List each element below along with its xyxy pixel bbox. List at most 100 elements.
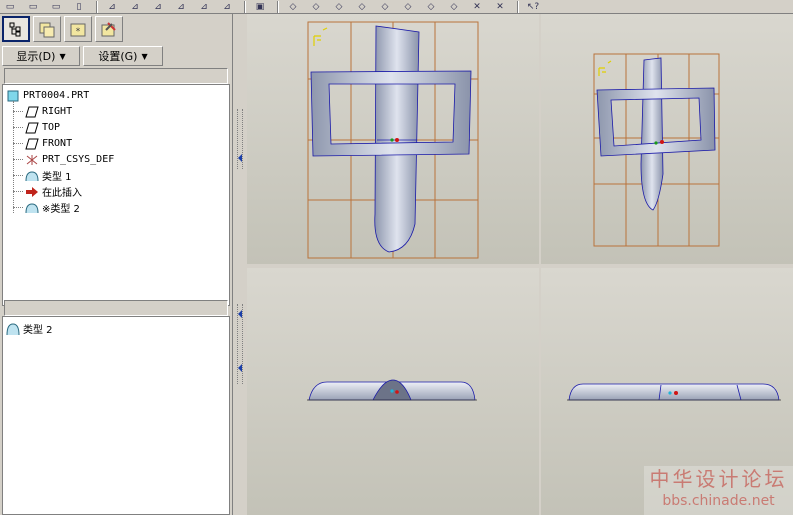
hidden-line-icon[interactable]: ◇ — [306, 1, 326, 13]
style-feature-icon — [25, 202, 39, 214]
tree-root[interactable]: PRT0004.PRT — [6, 88, 89, 103]
site-watermark: 中华设计论坛 bbs.chinade.net — [644, 466, 793, 515]
view-icon[interactable]: ⊿ — [194, 1, 214, 13]
toolbar-separator — [96, 0, 98, 13]
settings-menu-button[interactable]: 设置(G) ▼ — [83, 46, 163, 66]
datum-axis-icon[interactable]: ⊿ — [125, 1, 145, 13]
origin-point — [654, 141, 658, 145]
tree-item-label: TOP — [42, 122, 61, 133]
display-menu-button[interactable]: 显示(D) ▼ — [2, 46, 80, 66]
navigator-tabs: * — [2, 16, 126, 44]
tree-item-label: FRONT — [42, 138, 73, 149]
toolbar-separator — [517, 0, 519, 13]
spin-icon[interactable]: ⊿ — [217, 1, 237, 13]
delete-icon[interactable]: ✕ — [467, 1, 487, 13]
insert-arrow-icon — [25, 186, 39, 198]
csys-icon — [25, 154, 39, 166]
csys-icon — [598, 60, 612, 76]
no-hidden-icon[interactable]: ◇ — [329, 1, 349, 13]
tree-item-label: ※类型 2 — [42, 204, 80, 215]
tree-item-label: 类型 1 — [42, 172, 72, 183]
csys-icon — [313, 27, 328, 46]
wireframe-icon[interactable]: ◇ — [283, 1, 303, 13]
main-toolbar: ▭ ▭ ▭ ▯ ⊿ ⊿ ⊿ ⊿ ⊿ ⊿ ▣ ◇ ◇ ◇ ◇ ◇ ◇ ◇ ◇ ✕ … — [0, 0, 793, 14]
watermark-title: 中华设计论坛 — [649, 467, 788, 491]
tree-connector — [13, 143, 23, 144]
display-menu-label: 显示(D) — [16, 50, 56, 63]
chevron-down-icon: ▼ — [59, 51, 66, 61]
sketch-icon[interactable]: ▯ — [69, 1, 89, 13]
open-icon[interactable]: ▭ — [0, 1, 20, 13]
model-tree-icon — [9, 22, 21, 37]
tree-item[interactable]: RIGHT — [25, 104, 72, 119]
tree-item-label: 在此插入 — [42, 188, 82, 199]
datum-plane-icon[interactable]: ⊿ — [102, 1, 122, 13]
viewport-bottom-left[interactable] — [247, 268, 539, 515]
tree-root-label: PRT0004.PRT — [23, 90, 90, 101]
delete-all-icon[interactable]: ✕ — [490, 1, 510, 13]
viewport-top-left[interactable] — [247, 14, 539, 264]
collapse-arrows — [238, 154, 242, 372]
detail-item-label: 类型 2 — [23, 325, 53, 336]
viewport-top-right[interactable] — [541, 14, 793, 264]
favorites-tab[interactable]: * — [64, 16, 92, 42]
settings-menu-label: 设置(G) — [98, 50, 138, 63]
connections-icon — [101, 22, 116, 37]
tree-connector — [13, 159, 23, 160]
pick-icon[interactable]: ◇ — [444, 1, 464, 13]
what-this-icon[interactable]: ↖? — [523, 1, 543, 13]
shade-icon[interactable]: ▣ — [250, 1, 270, 13]
tree-connector — [13, 101, 14, 213]
connections-tab[interactable] — [95, 16, 123, 42]
tree-item[interactable]: TOP — [25, 120, 60, 135]
style-feature-icon — [25, 170, 39, 182]
model-default-view — [593, 53, 720, 247]
model-tree-tab[interactable] — [2, 16, 30, 42]
model-front-view — [307, 21, 479, 259]
detail-tree: 类型 2 — [2, 316, 230, 515]
save-icon[interactable]: ▭ — [23, 1, 43, 13]
tree-item[interactable]: FRONT — [25, 136, 72, 151]
panel-splitter[interactable] — [232, 14, 246, 515]
datum-plane-icon — [25, 138, 39, 150]
model-vertical-bar — [640, 57, 664, 211]
tree-column-header — [4, 68, 228, 84]
navigator-panel: * 显示(D) ▼ 设置(G) ▼ PRT0004.PRT RIGHT TOP … — [0, 14, 232, 515]
tree-item-label: RIGHT — [42, 106, 73, 117]
chevron-down-icon: ▼ — [141, 51, 148, 61]
datum-point-icon[interactable]: ⊿ — [148, 1, 168, 13]
tree-item[interactable]: 在此插入 — [25, 184, 82, 199]
model-top-view — [307, 379, 477, 401]
detail-item[interactable]: 类型 2 — [6, 321, 53, 336]
csys-icon[interactable]: ⊿ — [171, 1, 191, 13]
detail-column-header — [4, 300, 228, 316]
watermark-url: bbs.chinade.net — [662, 493, 775, 509]
navigator-menu-row: 显示(D) ▼ 设置(G) ▼ — [2, 46, 230, 66]
folder-browser-tab[interactable] — [33, 16, 61, 42]
origin-point — [390, 389, 394, 393]
orient-icon[interactable]: ◇ — [352, 1, 372, 13]
repaint-icon[interactable]: ◇ — [375, 1, 395, 13]
view-manager-icon[interactable]: ◇ — [398, 1, 418, 13]
svg-text:*: * — [76, 27, 81, 37]
toolbar-separator — [277, 0, 279, 13]
tree-item[interactable]: PRT_CSYS_DEF — [25, 152, 114, 167]
part-icon — [6, 90, 20, 102]
tree-item[interactable]: 类型 1 — [25, 168, 72, 183]
layer-icon[interactable]: ◇ — [421, 1, 441, 13]
datum-plane-icon — [25, 106, 39, 118]
datum-plane-icon — [25, 122, 39, 134]
tree-item[interactable]: ※类型 2 — [25, 200, 80, 215]
origin-point — [395, 138, 399, 142]
model-profile — [568, 383, 780, 401]
tree-connector — [13, 175, 23, 176]
origin-point — [395, 390, 399, 394]
tree-connector — [13, 127, 23, 128]
favorites-icon: * — [70, 23, 86, 37]
origin-point — [674, 391, 678, 395]
copy-icon[interactable]: ▭ — [46, 1, 66, 13]
tree-item-label: PRT_CSYS_DEF — [42, 154, 115, 165]
folder-icon — [39, 22, 55, 38]
tree-connector — [13, 191, 23, 192]
tree-connector — [13, 207, 23, 208]
